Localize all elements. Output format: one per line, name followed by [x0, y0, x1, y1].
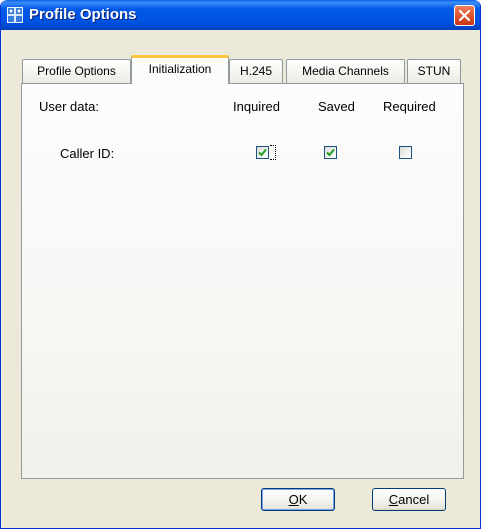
saved-column-header: Saved [318, 99, 355, 114]
close-icon [459, 10, 470, 21]
tab-profile-options[interactable]: Profile Options [22, 59, 131, 83]
checkmark-icon [258, 148, 267, 157]
caller-id-inquired-checkbox[interactable] [256, 146, 269, 159]
window-title: Profile Options [29, 6, 137, 23]
required-column-header: Required [383, 99, 436, 114]
tab-media-channels[interactable]: Media Channels [286, 59, 405, 83]
ok-mnemonic: O [288, 492, 299, 507]
focus-indicator [270, 145, 276, 160]
cancel-button[interactable]: Cancel [372, 488, 446, 511]
tab-h245[interactable]: H.245 [229, 59, 283, 83]
tab-initialization[interactable]: Initialization [131, 55, 229, 84]
profile-options-dialog: Profile Options Profile Options Initiali… [0, 0, 481, 529]
checkmark-icon [326, 148, 335, 157]
cancel-label-rest: ancel [398, 492, 430, 507]
initialization-panel: User data: Inquired Saved Required Calle… [21, 83, 464, 479]
app-icon [7, 7, 23, 23]
caller-id-saved-checkbox[interactable] [324, 146, 337, 159]
caller-id-required-checkbox[interactable] [399, 146, 412, 159]
inquired-column-header: Inquired [233, 99, 280, 114]
tab-stun[interactable]: STUN [407, 59, 461, 83]
title-bar[interactable]: Profile Options [1, 0, 480, 30]
caller-id-label: Caller ID: [60, 146, 115, 161]
close-button[interactable] [454, 5, 475, 26]
user-data-label: User data: [39, 99, 99, 114]
ok-label-rest: K [298, 492, 308, 507]
cancel-mnemonic: C [388, 492, 399, 507]
ok-button[interactable]: OK [261, 488, 335, 511]
